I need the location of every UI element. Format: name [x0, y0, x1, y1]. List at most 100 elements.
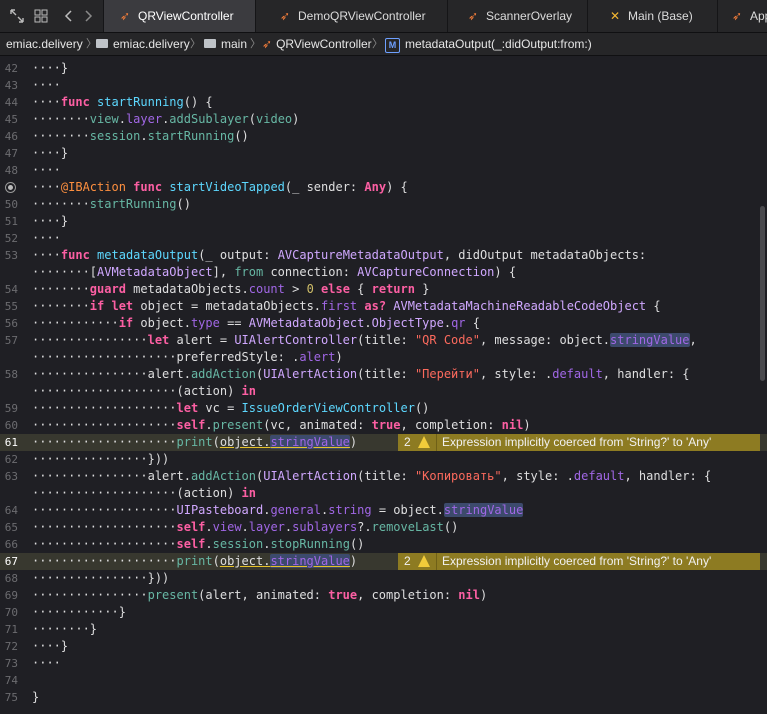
chevron-left-icon[interactable] — [61, 8, 77, 24]
code-line: 72 ····} — [0, 638, 767, 655]
code-line: 43 ···· — [0, 77, 767, 94]
warning-banner[interactable]: 2 Expression implicitly coerced from 'Str… — [398, 434, 760, 451]
code-line: 70 ············} — [0, 604, 767, 621]
code-text: ····················(action) in — [32, 384, 256, 398]
tab-scanneroverlay[interactable]: ➶ ScannerOverlay — [447, 0, 587, 32]
code-line: ····················(action) in — [0, 383, 767, 400]
chevron-right-icon: 〉 — [372, 38, 383, 50]
code-text: ········startRunning() — [32, 197, 191, 211]
tab-label: Main (Base) — [628, 9, 693, 23]
line-number: 54 — [4, 283, 18, 296]
line-number: 63 — [4, 470, 18, 483]
line-number: 45 — [4, 113, 18, 126]
code-text: ····················self.session.stopRun… — [32, 537, 365, 551]
code-line: ····@IBAction func startVideoTapped(_ se… — [0, 179, 767, 196]
line-number: 56 — [4, 317, 18, 330]
code-text: ················present(alert, animated:… — [32, 588, 488, 602]
code-text: ················})) — [32, 571, 170, 585]
tab-demoqrviewcontroller[interactable]: ➶ DemoQRViewController — [255, 0, 447, 32]
code-text: ················alert.addAction(UIAlertA… — [32, 469, 712, 483]
code-line: 55 ········if let object = metadataObject… — [0, 298, 767, 315]
breadcrumb-group[interactable]: emiac.delivery — [96, 33, 190, 55]
line-number: 70 — [4, 606, 18, 619]
code-line: 63 ················alert.addAction(UIAler… — [0, 468, 767, 485]
chevron-right-icon[interactable] — [80, 8, 96, 24]
line-number: 50 — [4, 198, 18, 211]
line-number: 51 — [4, 215, 18, 228]
line-number: 66 — [4, 538, 18, 551]
code-text: ····func startRunning() { — [32, 95, 213, 109]
code-line: 65 ····················self.view.layer.su… — [0, 519, 767, 536]
breadcrumb: emiac.delivery 〉 emiac.delivery 〉 main 〉… — [0, 33, 767, 56]
code-line: 69 ················present(alert, animate… — [0, 587, 767, 604]
line-number: 68 — [4, 572, 18, 585]
code-line: 54 ········guard metadataObjects.count > … — [0, 281, 767, 298]
tab-app[interactable]: ➶ App — [717, 0, 767, 32]
code-line: 42 ····} — [0, 60, 767, 77]
line-number: 74 — [4, 674, 18, 687]
line-number: 52 — [4, 232, 18, 245]
code-text: ····} — [32, 146, 69, 160]
tab-qrviewcontroller[interactable]: ➶ QRViewController — [103, 0, 255, 32]
code-line: 74 — [0, 672, 767, 689]
divider — [436, 434, 437, 451]
line-number: 59 — [4, 402, 18, 415]
ibaction-connection-icon[interactable] — [5, 182, 16, 193]
breadcrumb-folder-label: main — [221, 37, 248, 51]
tab-main-base[interactable]: ✕ Main (Base) — [587, 0, 717, 32]
vertical-scrollbar[interactable] — [760, 206, 765, 381]
tab-label: QRViewController — [138, 9, 234, 23]
code-line: 62 ················})) — [0, 451, 767, 468]
breadcrumb-method-label: metadataOutput(_:didOutput:from:) — [405, 37, 592, 51]
line-number: 64 — [4, 504, 18, 517]
breadcrumb-file[interactable]: ➶ QRViewController — [262, 33, 372, 55]
code-text: ········view.layer.addSublayer(video) — [32, 112, 300, 126]
code-text: ····} — [32, 214, 69, 228]
tab-bar: ➶ QRViewController ➶ DemoQRViewController … — [0, 0, 767, 33]
line-number: 65 — [4, 521, 18, 534]
breadcrumb-project[interactable]: emiac.delivery — [6, 33, 83, 55]
code-text: ····················self.present(vc, ani… — [32, 418, 531, 432]
code-text: } — [32, 690, 40, 704]
expand-arrows-icon[interactable] — [9, 8, 25, 24]
line-number: 69 — [4, 589, 18, 602]
swift-icon: ➶ — [731, 9, 743, 23]
divider — [436, 553, 437, 570]
grid-icon[interactable] — [33, 8, 49, 24]
code-text: ····················(action) in — [32, 486, 256, 500]
line-number: 48 — [4, 164, 18, 177]
chevron-right-icon: 〉 — [190, 38, 201, 50]
code-line: ····················(action) in — [0, 485, 767, 502]
code-line: 45 ········view.layer.addSublayer(video) — [0, 111, 767, 128]
swift-icon: ➶ — [279, 9, 291, 23]
code-line: 71 ········} — [0, 621, 767, 638]
code-text: ····@IBAction func startVideoTapped(_ se… — [32, 180, 408, 194]
code-text: ············} — [32, 605, 126, 619]
code-text: ········} — [32, 622, 98, 636]
folder-icon — [204, 39, 216, 48]
breadcrumb-folder[interactable]: main — [204, 33, 247, 55]
warning-count: 2 — [404, 435, 411, 449]
line-number: 71 — [4, 623, 18, 636]
breadcrumb-method[interactable]: MmetadataOutput(_:didOutput:from:) — [385, 33, 592, 55]
warning-icon — [418, 436, 430, 448]
warning-message: Expression implicitly coerced from 'Stri… — [442, 435, 712, 449]
code-line: 73 ···· — [0, 655, 767, 672]
code-text: ····func metadataOutput(_ output: AVCapt… — [32, 248, 647, 262]
code-line: ········[AVMetadataObject], from connect… — [0, 264, 767, 281]
line-number: 43 — [4, 79, 18, 92]
code-text: ···· — [32, 656, 61, 670]
line-number: 61 — [4, 436, 18, 449]
code-text: ········session.startRunning() — [32, 129, 249, 143]
code-line: 56 ············if object.type == AVMetada… — [0, 315, 767, 332]
line-number: 53 — [4, 249, 18, 262]
code-text: ················})) — [32, 452, 170, 466]
code-line: 68 ················})) — [0, 570, 767, 587]
tab-label: DemoQRViewController — [298, 9, 426, 23]
warning-icon — [418, 555, 430, 567]
warning-banner[interactable]: 2 Expression implicitly coerced from 'Str… — [398, 553, 760, 570]
code-text: ···· — [32, 231, 61, 245]
code-line: 64 ····················UIPasteboard.gener… — [0, 502, 767, 519]
line-number: 44 — [4, 96, 18, 109]
code-editor[interactable]: 42 ····} 43 ···· 44 ····func startRunning()… — [0, 56, 767, 714]
